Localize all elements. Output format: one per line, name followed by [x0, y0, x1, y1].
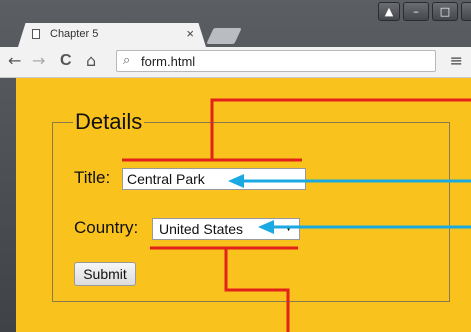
address-bar[interactable]: ⌕ form.html — [116, 50, 436, 72]
title-label: Title: — [74, 168, 111, 187]
fieldset-legend: Details — [73, 109, 145, 135]
browser-window: ▲ – □ x Chapter 5 × ← → C ⌂ ⌕ form.html … — [0, 0, 471, 332]
reload-icon[interactable]: C — [60, 52, 72, 70]
submit-button[interactable]: Submit — [74, 262, 136, 286]
page-content: Details Title: Country: United States ▼ … — [16, 78, 471, 332]
profile-icon[interactable]: ▲ — [378, 2, 400, 21]
close-window-button[interactable]: x — [461, 2, 471, 21]
forward-icon[interactable]: → — [32, 52, 45, 70]
country-selected-value: United States — [159, 221, 244, 237]
title-input[interactable] — [122, 168, 306, 190]
back-icon[interactable]: ← — [8, 52, 21, 70]
home-icon[interactable]: ⌂ — [86, 52, 96, 70]
search-icon: ⌕ — [123, 53, 131, 68]
minimize-button[interactable]: – — [403, 2, 429, 21]
new-tab-button[interactable] — [206, 28, 242, 44]
country-label: Country: — [74, 218, 139, 237]
toolbar: ← → C ⌂ ⌕ form.html ≡ — [0, 47, 471, 78]
page-icon — [32, 29, 40, 39]
menu-icon[interactable]: ≡ — [450, 51, 463, 70]
url-text: form.html — [141, 54, 196, 69]
tab-chapter-5[interactable]: Chapter 5 × — [18, 23, 206, 47]
country-select[interactable]: United States ▼ — [152, 218, 300, 240]
maximize-button[interactable]: □ — [432, 2, 458, 21]
close-tab-icon[interactable]: × — [186, 26, 194, 41]
tab-title: Chapter 5 — [50, 28, 99, 40]
chevron-down-icon: ▼ — [284, 223, 293, 233]
window-controls: ▲ – □ x — [378, 2, 471, 21]
